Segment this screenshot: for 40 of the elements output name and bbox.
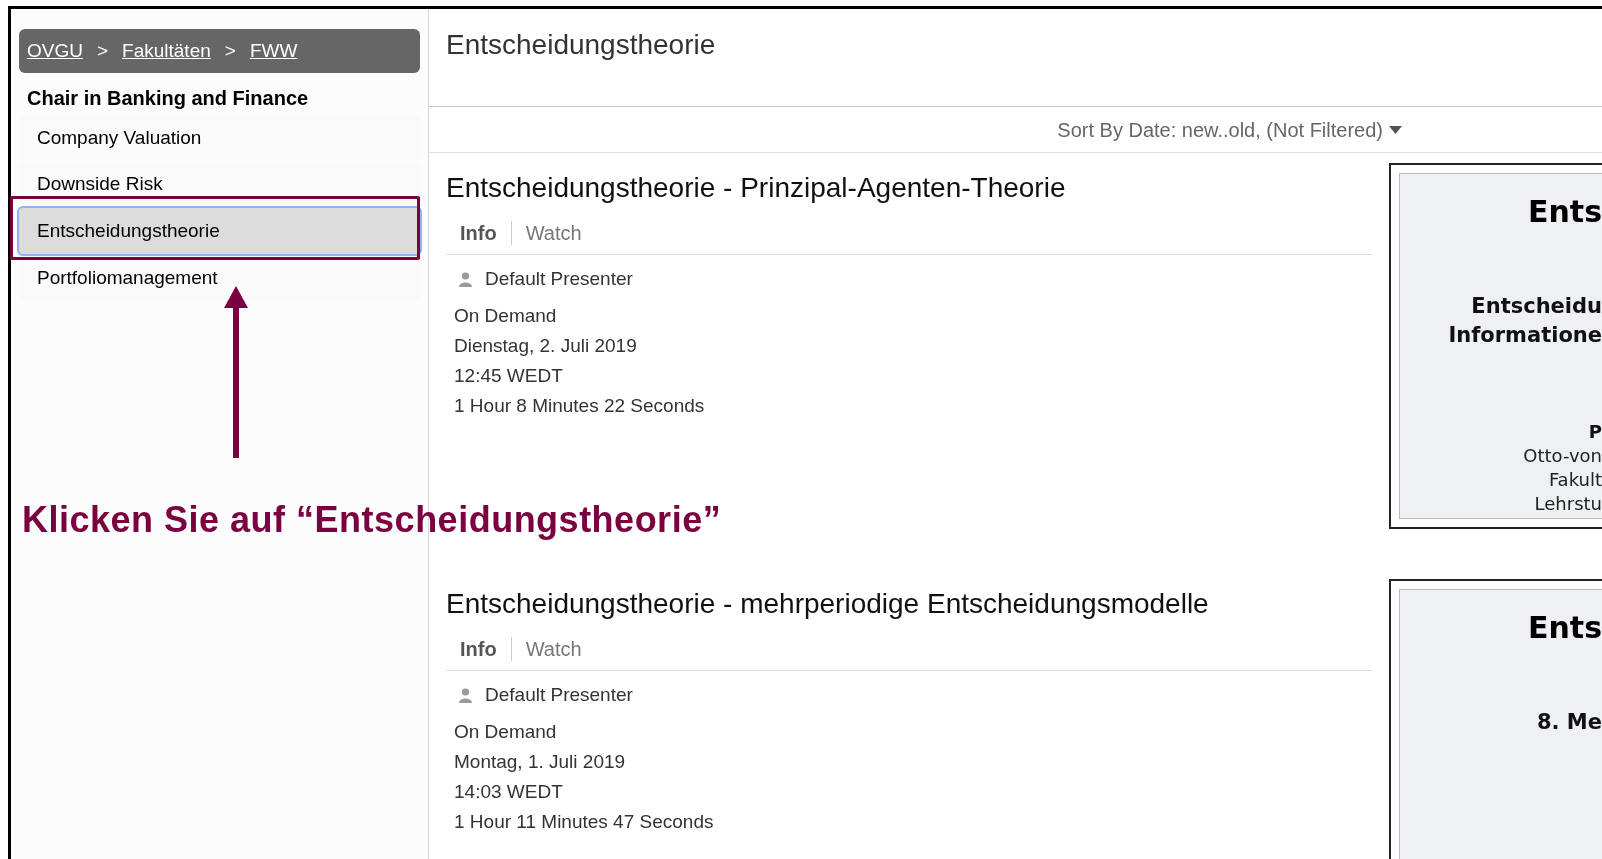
recording-title[interactable]: Entscheidungstheorie - Prinzipal-Agenten-Theorie — [446, 167, 1372, 203]
slide-thumbnail[interactable]: Ents Entscheidu Informatione P Otto-von Fakult Lehrstu — [1389, 163, 1602, 529]
slide-text: Lehrstu — [1534, 492, 1602, 516]
sidebar-item[interactable]: Entscheidungstheorie — [19, 208, 420, 254]
recording-detail: 1 Hour 11 Minutes 47 Seconds — [454, 809, 715, 834]
recording-tab[interactable]: Watch — [523, 633, 584, 664]
recording-detail: On Demand — [454, 303, 558, 328]
presenter-name: Default Presenter — [485, 266, 633, 291]
slide-text: Ents — [1527, 609, 1602, 647]
sidebar-heading: Chair in Banking and Finance — [26, 86, 310, 109]
recording-detail: 1 Hour 8 Minutes 22 Seconds — [454, 393, 706, 418]
slide-text: Entscheidu — [1471, 293, 1602, 320]
recording-detail: Montag, 1. Juli 2019 — [454, 749, 627, 774]
breadcrumb-link[interactable]: Fakultäten — [122, 36, 211, 66]
slide-text: 8. Me — [1536, 709, 1602, 736]
slide-text: P — [1588, 420, 1602, 444]
sort-dropdown[interactable]: Sort By Date: new..old, (Not Filtered) — [1057, 114, 1402, 145]
slide-text: Otto-von — [1523, 444, 1602, 468]
breadcrumb-separator: > — [96, 38, 109, 63]
recording-tab[interactable]: Info — [458, 633, 499, 664]
person-icon — [458, 271, 473, 287]
slide-thumbnail[interactable]: Ents 8. Me — [1389, 579, 1602, 859]
recording-tab[interactable]: Info — [458, 217, 499, 248]
recording-detail: 12:45 WEDT — [454, 363, 564, 388]
page-title: Entscheidungstheorie — [429, 9, 1602, 107]
person-icon — [458, 687, 473, 703]
slide-text: Informatione — [1448, 322, 1602, 349]
slide-text: Fakult — [1548, 468, 1602, 492]
caret-icon — [1389, 125, 1402, 134]
annotation-text: Klicken Sie auf “Entscheidungstheorie” — [22, 498, 722, 542]
breadcrumb-separator: > — [224, 38, 236, 63]
breadcrumb-link[interactable]: FWW — [249, 36, 298, 66]
recording-detail: On Demand — [454, 719, 558, 744]
recording-detail: 14:03 WEDT — [454, 779, 564, 804]
slide-text: Ents — [1527, 193, 1602, 231]
presenter-name: Default Presenter — [485, 682, 633, 707]
recording-tab[interactable]: Watch — [523, 217, 584, 248]
breadcrumb-link[interactable]: OVGU — [27, 36, 83, 66]
recording-title[interactable]: Entscheidungstheorie - mehrperiodige Entscheidungsmodelle — [446, 583, 1372, 619]
recording-detail: Dienstag, 2. Juli 2019 — [454, 333, 638, 358]
